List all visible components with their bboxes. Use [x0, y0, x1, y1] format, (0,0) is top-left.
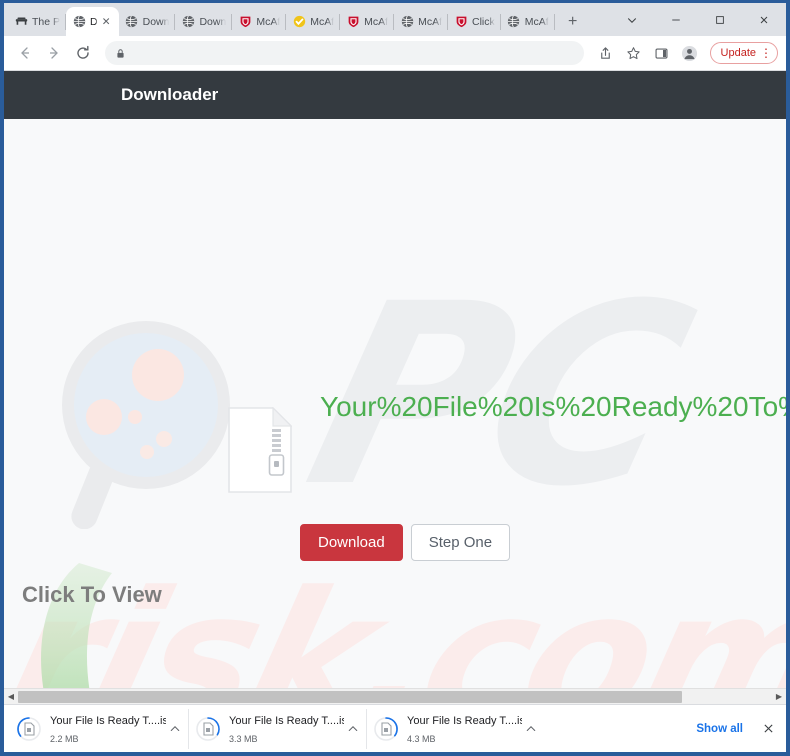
download-file-size: 4.3 MB — [407, 733, 436, 744]
download-file-icon — [16, 716, 42, 742]
tab-label: McAf — [418, 15, 443, 28]
show-all-downloads-button[interactable]: Show all — [687, 718, 752, 740]
window-controls — [610, 3, 786, 36]
download-file-size: 2.2 MB — [50, 733, 79, 744]
toolbar-actions: Update ⋮ — [590, 41, 778, 65]
browser-tab-1[interactable]: D ✕ — [66, 7, 119, 36]
forward-button[interactable] — [41, 40, 67, 66]
download-meta: Your File Is Ready T....iso 2.2 MB — [50, 711, 166, 747]
bench-icon — [14, 15, 28, 29]
tab-search-button[interactable] — [610, 4, 654, 35]
download-shelf: Your File Is Ready T....iso 2.2 MB Your … — [4, 704, 786, 752]
tab-label: McAf — [524, 15, 549, 28]
tab-label: McAf — [364, 15, 389, 28]
browser-tab-4[interactable]: McAf — [232, 7, 287, 36]
browser-tab-0[interactable]: The P — [8, 7, 67, 36]
mcafee-shield-icon — [454, 15, 468, 29]
globe-icon — [181, 15, 195, 29]
page-viewport: Downloader PC risk.com Your%20File%20Is%… — [4, 71, 786, 704]
download-meta: Your File Is Ready T....iso 3.3 MB — [229, 711, 344, 747]
tab-label: McAf — [256, 15, 281, 28]
update-button[interactable]: Update ⋮ — [709, 42, 778, 64]
close-window-button[interactable] — [742, 4, 786, 35]
page-content: PC risk.com Your%20File%20Is%20Ready%20T… — [4, 119, 786, 688]
browser-tab-8[interactable]: Click — [448, 7, 501, 36]
tab-label: McAf — [310, 15, 335, 28]
download-item[interactable]: Your File Is Ready T....iso 3.3 MB — [188, 708, 366, 749]
browser-tab-3[interactable]: Down — [175, 7, 233, 36]
browser-tab-7[interactable]: McAf — [394, 7, 448, 36]
back-button[interactable] — [12, 40, 38, 66]
step-one-button[interactable]: Step One — [410, 524, 511, 561]
new-tab-button[interactable]: + — [559, 8, 587, 36]
download-meta: Your File Is Ready T....iso 4.3 MB — [407, 711, 522, 747]
download-item[interactable]: Your File Is Ready T....iso 4.3 MB — [366, 708, 544, 749]
share-icon[interactable] — [594, 41, 618, 65]
magnifier-illustration — [62, 319, 252, 534]
download-menu-caret-icon[interactable] — [166, 720, 184, 738]
scrollbar-track[interactable] — [18, 689, 772, 705]
globe-icon — [72, 15, 86, 29]
zip-file-icon — [228, 406, 293, 498]
browser-toolbar: Update ⋮ — [4, 36, 786, 71]
browser-tab-6[interactable]: McAf — [340, 7, 395, 36]
scrollbar-thumb[interactable] — [18, 690, 682, 703]
download-file-name: Your File Is Ready T....iso — [407, 714, 522, 727]
side-panel-icon[interactable] — [650, 41, 674, 65]
download-file-size: 3.3 MB — [229, 733, 258, 744]
browser-tab-2[interactable]: Down — [119, 7, 176, 36]
download-file-icon — [195, 716, 221, 742]
page-title: Downloader — [121, 85, 219, 104]
profile-avatar-icon[interactable] — [678, 41, 702, 65]
download-file-name: Your File Is Ready T....iso — [229, 714, 344, 727]
maximize-button[interactable] — [698, 4, 742, 35]
browser-window: The P D ✕ Down Down McAf McAf McAf McAf … — [0, 0, 790, 756]
minimize-button[interactable] — [654, 4, 698, 35]
tab-label: The P — [32, 15, 61, 28]
mcafee-shield-icon — [238, 15, 252, 29]
browser-tab-9[interactable]: McAf — [501, 7, 555, 36]
globe-icon — [125, 15, 139, 29]
star-icon[interactable] — [622, 41, 646, 65]
browser-tab-5[interactable]: McAf — [286, 7, 341, 36]
close-download-shelf-button[interactable] — [756, 717, 780, 741]
hero-message: Your%20File%20Is%20Ready%20To%20Dow — [320, 391, 786, 422]
tab-label: Down — [142, 15, 170, 28]
tab-label: Down — [199, 15, 227, 28]
tab-label: D — [90, 15, 98, 28]
globe-icon — [400, 15, 414, 29]
download-file-name: Your File Is Ready T....iso — [50, 714, 166, 727]
horizontal-scrollbar[interactable]: ◀ ▶ — [4, 688, 786, 704]
chrome-menu-icon[interactable]: ⋮ — [760, 46, 772, 60]
tab-strip: The P D ✕ Down Down McAf McAf McAf McAf … — [4, 3, 786, 36]
tab-label: Click — [472, 15, 495, 28]
address-bar[interactable] — [105, 41, 584, 65]
action-buttons: Download Step One — [300, 524, 511, 561]
scroll-left-arrow-icon[interactable]: ◀ — [4, 689, 18, 705]
mcafee-shield-icon — [346, 15, 360, 29]
download-menu-caret-icon[interactable] — [522, 720, 540, 738]
download-button[interactable]: Download — [300, 524, 403, 561]
click-to-view-label: Click To View — [22, 582, 162, 607]
down-arrow-illustration — [16, 559, 146, 688]
check-badge-icon — [292, 15, 306, 29]
site-header: Downloader — [4, 71, 786, 119]
lock-icon — [115, 48, 126, 59]
reload-button[interactable] — [70, 40, 96, 66]
download-file-icon — [373, 716, 399, 742]
close-tab-icon[interactable]: ✕ — [100, 15, 113, 28]
download-item[interactable]: Your File Is Ready T....iso 2.2 MB — [10, 709, 188, 749]
globe-icon — [507, 15, 521, 29]
scroll-right-arrow-icon[interactable]: ▶ — [772, 689, 786, 705]
update-label: Update — [720, 47, 756, 59]
download-menu-caret-icon[interactable] — [344, 720, 362, 738]
